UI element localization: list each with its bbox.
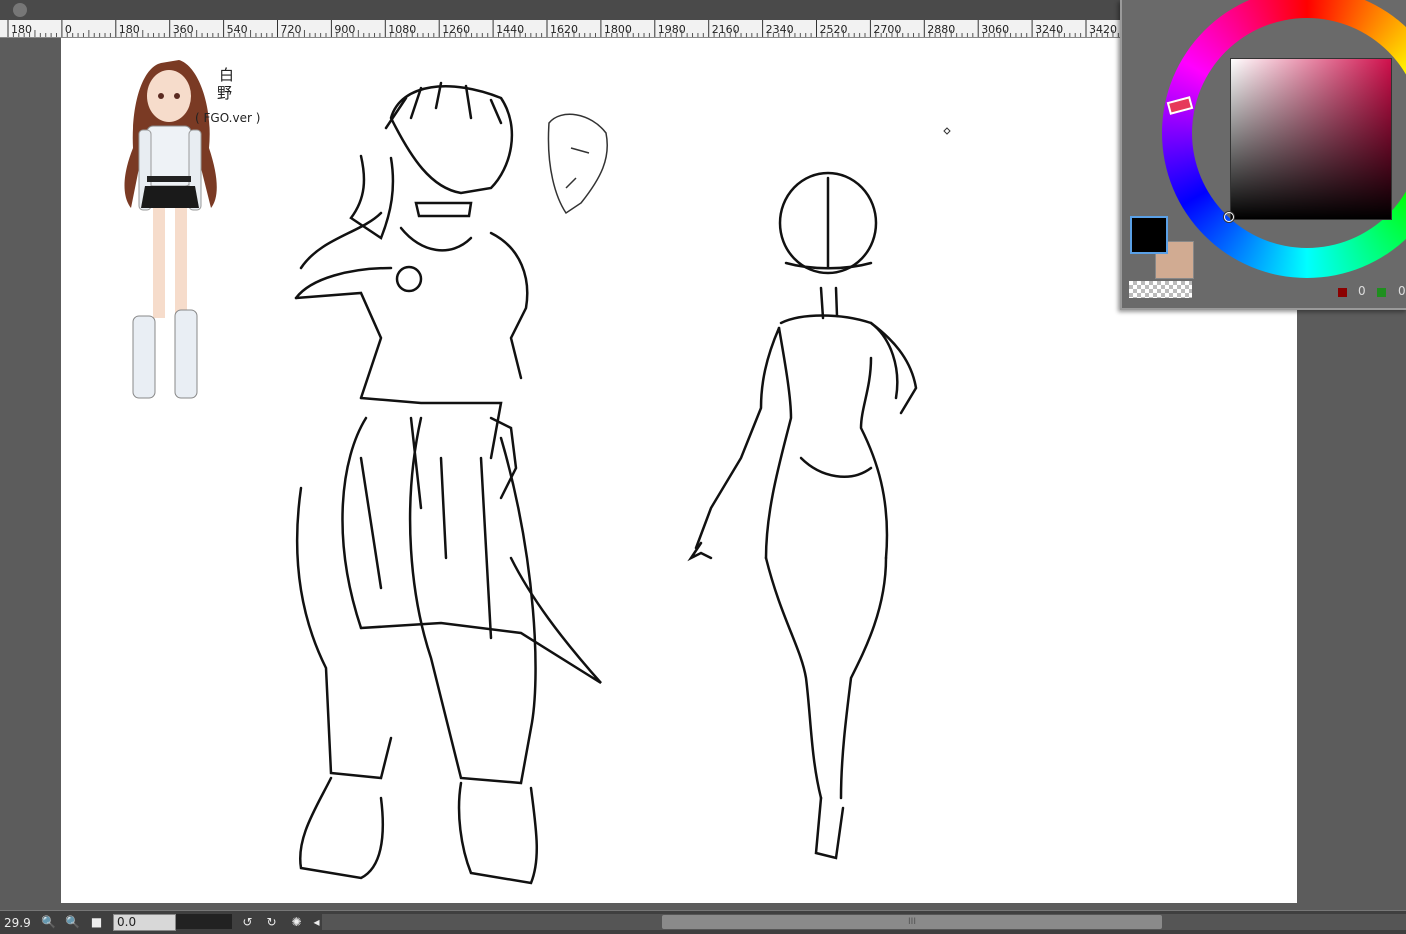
ruler-label: 180: [11, 23, 32, 36]
drawing-canvas[interactable]: 白 野 ( FGO.ver ): [61, 38, 1297, 903]
ruler-label: 360: [173, 23, 194, 36]
artwork: 白 野 ( FGO.ver ): [124, 60, 951, 885]
green-channel-value: 0: [1398, 284, 1406, 298]
ruler-label: 540: [227, 23, 248, 36]
horizontal-ruler: 180 0 180 360 540 720 900 1080 1260 1440 1620 1800 1…: [0, 20, 1120, 38]
zoom-in-icon[interactable]: 🔍: [64, 914, 81, 931]
color-wheel-panel[interactable]: 0 0: [1120, 0, 1406, 310]
female-mannequin-lineart: [687, 171, 918, 860]
main-color-swatch[interactable]: [1130, 216, 1168, 254]
male-figure-lineart: [294, 81, 602, 885]
note-line-1: 白: [219, 66, 234, 84]
reference-note: 白 野 ( FGO.ver ): [195, 66, 260, 125]
rotation-slider[interactable]: [176, 914, 232, 929]
zoom-level: 29.9: [4, 916, 31, 930]
cursor-marker: [943, 127, 951, 135]
note-line-2: 野: [217, 84, 232, 102]
status-bar: 29.9 🔍 🔍 ■ 0.0 ↺ ↻ ✺ ◂ III: [0, 910, 1406, 934]
rotation-angle-field[interactable]: 0.0: [113, 914, 176, 931]
ruler-ticks: 180 0 180 360 540 720 900 1080 1260 1440 1620 1800 1…: [7, 20, 1119, 37]
fit-screen-icon[interactable]: ■: [88, 914, 105, 931]
ruler-label: 900: [334, 23, 355, 36]
transparent-color-swatch[interactable]: [1129, 281, 1192, 298]
rotate-left-icon[interactable]: ↺: [239, 914, 256, 931]
saturation-value-square[interactable]: [1230, 58, 1392, 220]
face-profile-sketch: [547, 113, 608, 215]
reset-rotation-icon[interactable]: ✺: [288, 914, 305, 931]
sv-picker-handle[interactable]: [1224, 212, 1234, 222]
zoom-out-icon[interactable]: 🔍: [40, 914, 57, 931]
green-channel-icon: [1377, 288, 1386, 297]
ruler-label: 720: [281, 23, 302, 36]
rotate-right-icon[interactable]: ↻: [263, 914, 280, 931]
red-channel-value: 0: [1358, 284, 1366, 298]
red-channel-icon: [1338, 288, 1347, 297]
horizontal-scrollbar[interactable]: III: [322, 914, 1406, 930]
note-line-3: ( FGO.ver ): [195, 111, 260, 125]
ruler-label: 0: [65, 23, 72, 36]
window-menu-icon[interactable]: [13, 3, 27, 17]
scrollbar-thumb[interactable]: III: [662, 915, 1162, 929]
ruler-label: 180: [119, 23, 140, 36]
